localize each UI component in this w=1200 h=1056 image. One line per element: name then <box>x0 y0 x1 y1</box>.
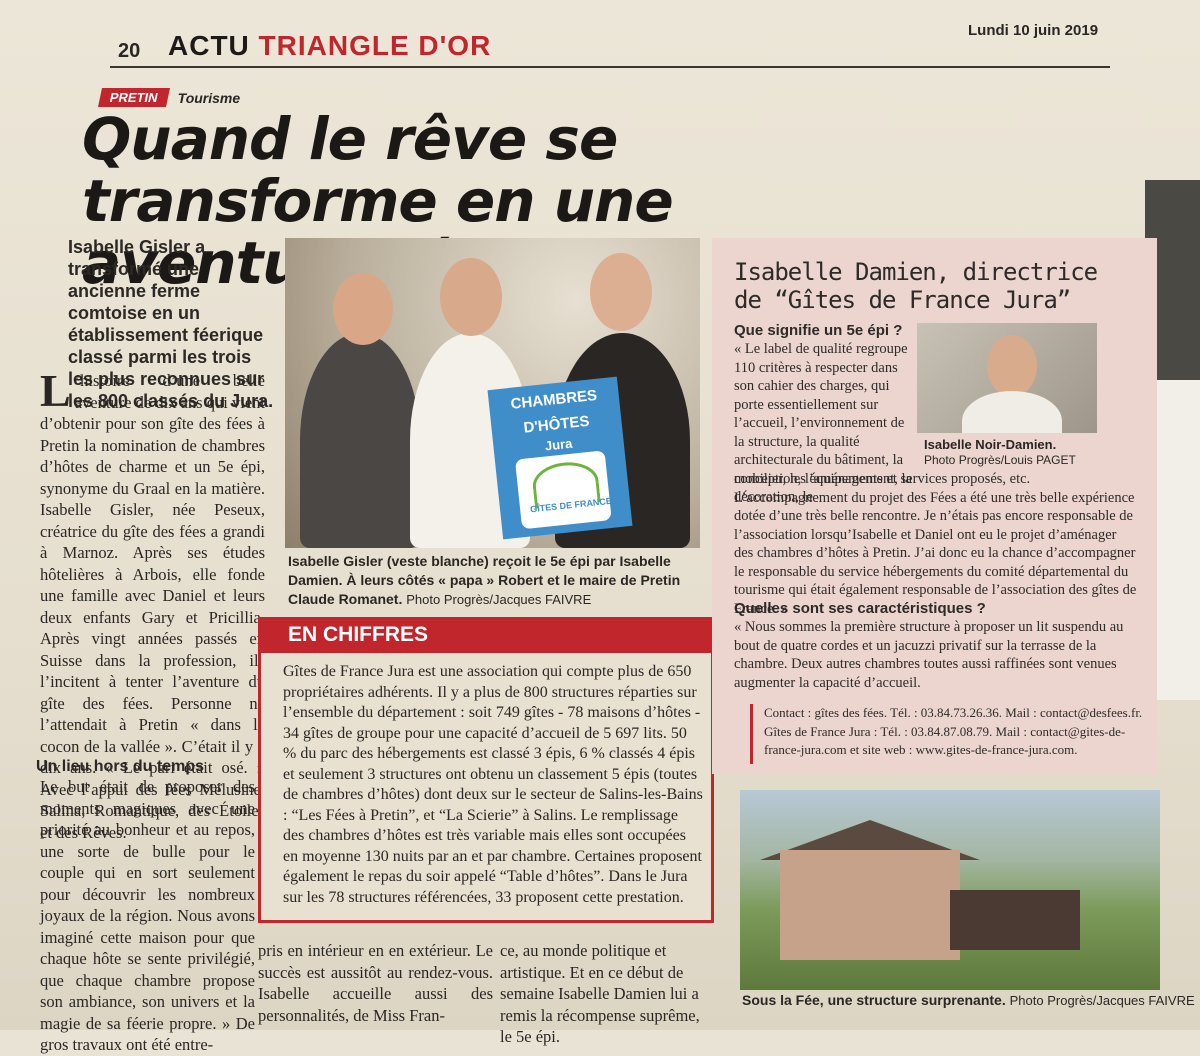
background-paper <box>1155 380 1200 700</box>
house-facade <box>780 850 960 960</box>
portrait-head <box>987 335 1037 397</box>
contact-info: Contact : gîtes des fées. Tél. : 03.84.7… <box>764 704 1149 760</box>
drop-cap: L <box>40 365 71 416</box>
contact-line-2: Gîtes de France Jura : Tél. : 03.84.87.0… <box>764 723 1126 758</box>
newspaper-page: 20 ACTU TRIANGLE D'OR Lundi 10 juin 2019… <box>0 0 1200 1054</box>
person-robert <box>300 333 420 548</box>
interview-box: Isabelle Damien, directrice de “Gîtes de… <box>712 238 1157 774</box>
question-2: Quelles sont ses caractéristiques ? <box>734 600 986 617</box>
photo-caption-1: Isabelle Gisler (veste blanche) reçoit l… <box>288 552 708 609</box>
interview-title: Isabelle Damien, directrice de “Gîtes de… <box>734 258 1098 314</box>
sign-line-1: CHAMBRES <box>509 386 598 413</box>
answer-2: « Nous sommes la première structure à pr… <box>734 619 1124 691</box>
en-chiffres-title: EN CHIFFRES <box>288 623 429 646</box>
caption-3-credit: Photo Progrès/Jacques FAIVRE <box>1009 993 1195 1008</box>
portrait-credit: Photo Progrès/Louis PAGET <box>924 453 1076 467</box>
person-isabelle-damien-head <box>590 253 652 331</box>
photo-guesthouse <box>740 790 1160 990</box>
contact-line-1: Contact : gîtes des fées. Tél. : 03.84.7… <box>764 705 1143 720</box>
article-body-2: Le but était de proposer des moments mag… <box>40 777 255 1054</box>
subheading: Un lieu hors du temps <box>36 758 205 775</box>
portrait-caption-name: Isabelle Noir-Damien. <box>924 437 1057 452</box>
chambres-dhotes-sign: CHAMBRES D'HÔTES Jura GÎTES DE FRANCE <box>487 376 633 540</box>
article-body-3: pris en intérieur en en extérieur. Le su… <box>258 941 493 1025</box>
en-chiffres-text: Gîtes de France Jura est une association… <box>283 663 703 906</box>
portrait-body <box>962 391 1062 433</box>
en-chiffres-box: EN CHIFFRES Gîtes de France Jura est une… <box>258 617 714 923</box>
caption-1-credit: Photo Progrès/Jacques FAIVRE <box>406 592 592 607</box>
house-wing <box>950 890 1080 950</box>
issue-date: Lundi 10 juin 2019 <box>968 22 1099 39</box>
answer-1-part-2: mobilier, les équipements et services pr… <box>734 471 1137 617</box>
topic-label: Tourisme <box>177 89 241 106</box>
section-title-a: ACTU <box>168 30 250 61</box>
article-body-4: ce, au monde politique et artistique. Et… <box>500 941 700 1046</box>
header-rule <box>110 66 1110 68</box>
photo-award-ceremony: CHAMBRES D'HÔTES Jura GÎTES DE FRANCE <box>285 238 700 548</box>
person-robert-head <box>333 273 393 345</box>
section-title-b: TRIANGLE D'OR <box>258 30 492 61</box>
portrait-caption: Isabelle Noir-Damien. Photo Progrès/Loui… <box>924 436 1076 467</box>
question-1: Que signifie un 5e épi ? <box>734 322 903 339</box>
contact-rule <box>750 704 753 764</box>
person-isabelle-gisler-head <box>440 258 502 336</box>
photo-caption-3: Sous la Fée, une structure surprenante. … <box>742 992 1195 1008</box>
caption-3-text: Sous la Fée, une structure surprenante. <box>742 992 1006 1008</box>
en-chiffres-header: EN CHIFFRES <box>258 617 714 653</box>
page-number: 20 <box>118 40 141 62</box>
section-title: ACTU TRIANGLE D'OR <box>168 30 491 62</box>
portrait-photo <box>917 323 1097 433</box>
